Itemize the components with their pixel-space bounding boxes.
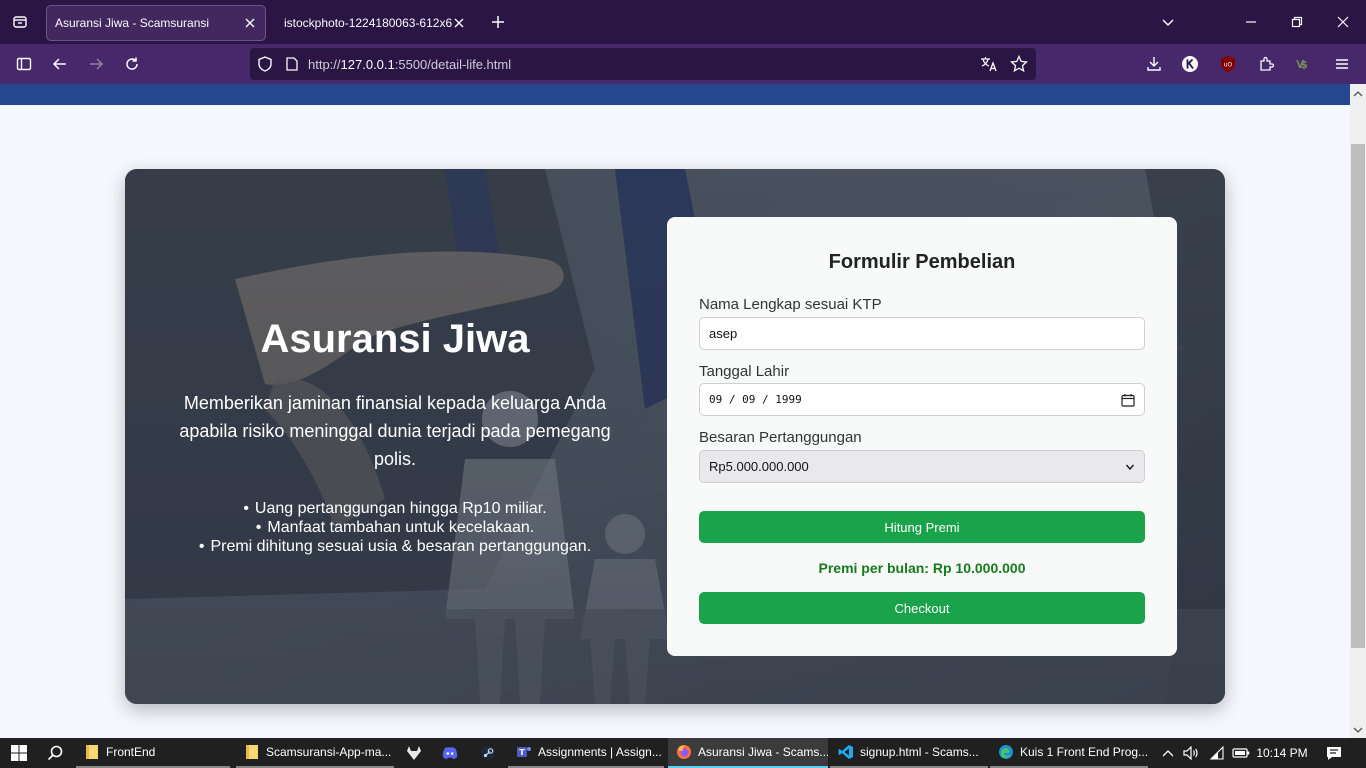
taskbar-item-label: Asuransi Jiwa - Scams... bbox=[698, 745, 828, 759]
benefit-item: Uang pertanggungan hingga Rp10 miliar. bbox=[175, 499, 615, 518]
taskbar-item-vscode[interactable]: signup.html - Scams... bbox=[830, 738, 988, 768]
site-header-strip bbox=[0, 84, 1350, 105]
taskbar-item-label: Assignments | Assign... bbox=[538, 745, 662, 759]
tab-list-icon[interactable] bbox=[0, 0, 40, 44]
list-all-tabs-icon[interactable] bbox=[1145, 0, 1191, 44]
firefox-icon bbox=[676, 744, 692, 760]
windows-start-icon[interactable] bbox=[6, 738, 32, 768]
url-host: 127.0.0.1 bbox=[340, 56, 395, 72]
taskbar-item-label: FrontEnd bbox=[106, 745, 156, 759]
taskbar-item-firefox[interactable]: Asuransi Jiwa - Scams... bbox=[668, 738, 828, 768]
full-name-value: asep bbox=[709, 326, 738, 341]
search-icon[interactable] bbox=[42, 738, 68, 768]
page-icon[interactable] bbox=[280, 57, 304, 71]
taskbar-item-scamsuransi-folder[interactable]: Scamsuransi-App-ma... bbox=[236, 738, 394, 768]
restore-icon[interactable] bbox=[1274, 0, 1320, 44]
url-path: :5500/detail-life.html bbox=[394, 56, 512, 72]
hero-title: Asuransi Jiwa bbox=[260, 317, 530, 361]
battery-icon[interactable] bbox=[1230, 738, 1252, 768]
taskbar-item-label: Scamsuransi-App-ma... bbox=[266, 745, 392, 759]
calculate-premium-button[interactable]: Hitung Premi bbox=[699, 511, 1145, 543]
taskbar-item-label: Kuis 1 Front End Prog... bbox=[1020, 745, 1148, 759]
dollar-extension-icon[interactable]: $ bbox=[1286, 48, 1322, 80]
taskbar-item-teams[interactable]: T Assignments | Assign... bbox=[508, 738, 664, 768]
benefit-item: Manfaat tambahan untuk kecelakaan. bbox=[175, 518, 615, 537]
wifi-icon[interactable] bbox=[1206, 738, 1228, 768]
folder-icon bbox=[244, 744, 260, 760]
birth-date-input[interactable]: 09 / 09 / 1999 bbox=[699, 383, 1145, 416]
translate-icon[interactable] bbox=[980, 56, 998, 72]
browser-tab-bar: Asuransi Jiwa - Scamsuransi istockphoto-… bbox=[0, 0, 1366, 44]
extensions-icon[interactable] bbox=[1248, 48, 1284, 80]
notifications-icon[interactable] bbox=[1322, 738, 1346, 768]
dob-label: Tanggal Lahir bbox=[699, 363, 790, 380]
steam-icon[interactable] bbox=[474, 738, 502, 768]
benefit-list: Uang pertanggungan hingga Rp10 miliar. M… bbox=[175, 499, 615, 556]
scrollbar-thumb[interactable] bbox=[1351, 144, 1365, 648]
close-tab-icon[interactable] bbox=[243, 16, 257, 30]
volume-icon[interactable] bbox=[1180, 738, 1202, 768]
coverage-label: Besaran Pertanggungan bbox=[699, 429, 862, 446]
bookmark-star-icon[interactable] bbox=[1010, 55, 1028, 73]
reload-icon[interactable] bbox=[114, 48, 150, 80]
purchase-form-card: Formulir Pembelian Nama Lengkap sesuai K… bbox=[667, 217, 1177, 656]
scroll-up-icon[interactable] bbox=[1350, 86, 1366, 102]
vscode-icon bbox=[838, 744, 854, 760]
folder-icon bbox=[84, 744, 100, 760]
address-bar[interactable]: http://127.0.0.1:5500/detail-life.html bbox=[250, 48, 1036, 80]
sidebar-toggle-icon[interactable] bbox=[6, 48, 42, 80]
edge-icon bbox=[998, 744, 1014, 760]
close-window-icon[interactable] bbox=[1320, 0, 1366, 44]
chevron-up-icon[interactable] bbox=[1158, 738, 1178, 768]
benefit-item: Premi dihitung sesuai usia & besaran per… bbox=[175, 537, 615, 556]
clock-time[interactable]: 10:14 PM bbox=[1254, 738, 1310, 768]
taskbar-item-frontend[interactable]: FrontEnd bbox=[76, 738, 230, 768]
product-hero-card: Asuransi Jiwa Memberikan jaminan finansi… bbox=[125, 169, 1225, 704]
url-text[interactable]: http://127.0.0.1:5500/detail-life.html bbox=[308, 57, 511, 72]
tab-istockphoto[interactable]: istockphoto-1224180063-612x612 bbox=[276, 5, 474, 41]
tab-title: istockphoto-1224180063-612x612 bbox=[284, 16, 452, 30]
ublock-origin-icon[interactable]: uO bbox=[1210, 48, 1246, 80]
svg-text:T: T bbox=[519, 748, 525, 757]
minimize-icon[interactable] bbox=[1228, 0, 1274, 44]
back-icon[interactable] bbox=[42, 48, 78, 80]
new-tab-button[interactable] bbox=[480, 4, 516, 40]
coverage-select[interactable]: Rp5.000.000.000 bbox=[699, 450, 1145, 483]
taskbar-item-label: signup.html - Scams... bbox=[860, 745, 979, 759]
tab-asuransi-jiwa[interactable]: Asuransi Jiwa - Scamsuransi bbox=[46, 5, 266, 41]
windows-taskbar: FrontEnd Scamsuransi-App-ma... T Assignm… bbox=[0, 738, 1366, 768]
page-viewport: Asuransi Jiwa Memberikan jaminan finansi… bbox=[0, 84, 1350, 738]
name-label: Nama Lengkap sesuai KTP bbox=[699, 296, 882, 313]
downloads-icon[interactable] bbox=[1136, 48, 1172, 80]
menu-icon[interactable] bbox=[1324, 48, 1360, 80]
hero-description: Memberikan jaminan finansial kepada kelu… bbox=[179, 393, 611, 469]
calendar-icon[interactable] bbox=[1121, 393, 1135, 407]
chevron-down-icon bbox=[1125, 462, 1135, 472]
checkout-button[interactable]: Checkout bbox=[699, 592, 1145, 624]
url-prefix: http:// bbox=[308, 56, 341, 72]
browser-nav-bar: http://127.0.0.1:5500/detail-life.html u… bbox=[0, 44, 1366, 84]
scroll-down-icon[interactable] bbox=[1350, 722, 1366, 738]
svg-text:uO: uO bbox=[1224, 62, 1233, 69]
premium-result: Premi per bulan: Rp 10.000.000 bbox=[818, 560, 1026, 576]
forward-icon[interactable] bbox=[78, 48, 114, 80]
account-k-icon[interactable] bbox=[1172, 48, 1208, 80]
full-name-input[interactable]: asep bbox=[699, 317, 1145, 350]
gitlab-icon[interactable] bbox=[400, 738, 428, 768]
shield-icon[interactable] bbox=[250, 56, 280, 72]
birth-date-value: 09 / 09 / 1999 bbox=[709, 393, 802, 406]
close-tab-icon[interactable] bbox=[452, 16, 466, 30]
taskbar-item-edge[interactable]: Kuis 1 Front End Prog... bbox=[990, 738, 1148, 768]
tab-title: Asuransi Jiwa - Scamsuransi bbox=[55, 16, 210, 30]
discord-icon[interactable] bbox=[436, 738, 464, 768]
teams-icon: T bbox=[516, 744, 532, 760]
form-title: Formulir Pembelian bbox=[828, 251, 1016, 273]
coverage-selected-value: Rp5.000.000.000 bbox=[709, 459, 809, 474]
